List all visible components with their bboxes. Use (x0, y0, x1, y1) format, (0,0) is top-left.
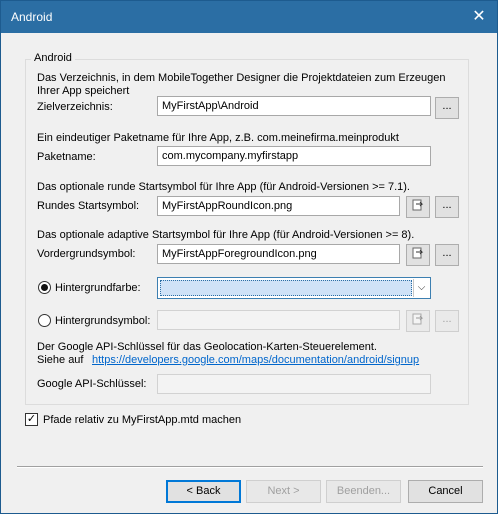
finish-button: Beenden... (326, 480, 401, 503)
group-legend: Android (31, 52, 75, 64)
google-api-key-input (157, 374, 431, 394)
chevron-down-icon[interactable]: ⌵ (413, 279, 429, 297)
relative-paths-checkbox[interactable]: ✓ (25, 413, 38, 426)
relative-paths-label[interactable]: Pfade relativ zu MyFirstApp.mtd machen (43, 414, 241, 427)
background-color-radio[interactable] (38, 281, 51, 294)
round-icon-input[interactable]: MyFirstAppRoundIcon.png (157, 196, 400, 216)
open-file-icon (412, 199, 424, 211)
google-api-key-label: Google API-Schlüssel: (37, 378, 147, 390)
google-api-description: Der Google API-Schlüssel für das Geoloca… (37, 341, 377, 353)
close-icon[interactable]: ✕ (467, 5, 491, 29)
target-dir-input[interactable]: MyFirstApp\Android (157, 96, 431, 116)
back-button[interactable]: < Back (166, 480, 241, 503)
background-color-label[interactable]: Hintergrundfarbe: (55, 282, 141, 295)
window-title: Android (11, 10, 53, 24)
foreground-icon-browse-button[interactable]: ... (435, 244, 459, 266)
footer-separator (17, 466, 483, 468)
round-icon-description: Das optionale runde Startsymbol für Ihre… (37, 181, 410, 193)
background-color-swatch (160, 280, 412, 296)
foreground-icon-input[interactable]: MyFirstAppForegroundIcon.png (157, 244, 400, 264)
foreground-icon-open-button[interactable] (406, 244, 430, 266)
package-description: Ein eindeutiger Paketname für Ihre App, … (37, 132, 399, 144)
google-api-signup-link[interactable]: https://developers.google.com/maps/docum… (92, 354, 419, 367)
background-icon-label[interactable]: Hintergrundsymbol: (55, 315, 150, 328)
target-dir-description-line2: Ihrer App speichert (37, 85, 130, 97)
foreground-icon-label: Vordergrundsymbol: (37, 248, 136, 260)
cancel-button[interactable]: Cancel (408, 480, 483, 503)
next-button: Next > (246, 480, 321, 503)
background-icon-browse-button: ... (435, 310, 459, 332)
android-dialog: Android ✕ Android Das Verzeichnis, in de… (0, 0, 498, 514)
background-icon-open-button (406, 310, 430, 332)
background-color-dropdown[interactable]: ⌵ (157, 277, 431, 299)
target-dir-label: Zielverzeichnis: (37, 101, 113, 113)
adaptive-icon-description: Das optionale adaptive Startsymbol für I… (37, 229, 415, 241)
target-dir-description-line1: Das Verzeichnis, in dem MobileTogether D… (37, 72, 446, 84)
package-input[interactable]: com.mycompany.myfirstapp (157, 146, 431, 166)
round-icon-open-button[interactable] (406, 196, 430, 218)
target-dir-browse-button[interactable]: ... (435, 97, 459, 119)
open-file-icon (412, 313, 424, 325)
background-icon-input (157, 310, 400, 330)
background-icon-radio[interactable] (38, 314, 51, 327)
package-label: Paketname: (37, 151, 96, 163)
open-file-icon (412, 247, 424, 259)
round-icon-label: Rundes Startsymbol: (37, 200, 140, 212)
title-bar: Android ✕ (1, 1, 497, 33)
google-api-see-prefix: Siehe auf (37, 354, 84, 366)
round-icon-browse-button[interactable]: ... (435, 196, 459, 218)
